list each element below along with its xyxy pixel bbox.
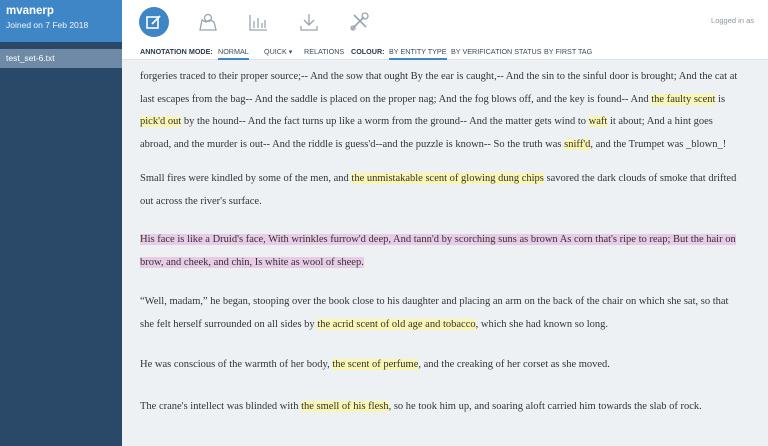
text-span: The crane's intellect was blinded with [140,401,302,412]
mode-quick-dropdown[interactable]: QUICK ▾ [264,47,292,56]
text-span: He was conscious of the warmth of her bo… [140,359,333,370]
colour-by-first-tag-tab[interactable]: BY FIRST TAG [544,47,592,56]
map-icon[interactable] [193,7,223,37]
entity-annotation[interactable]: sniff'd [564,138,591,150]
paragraph: “Well, madam,” he began, stooping over t… [140,291,740,336]
paragraph: forgeries traced to their proper source;… [140,66,740,156]
annotation-mode-label: ANNOTATION MODE: [140,47,213,56]
mode-relations-tab[interactable]: RELATIONS [304,47,344,56]
text-span: is [715,93,726,105]
paragraph: Small fires were kindled by some of the … [140,168,740,213]
entity-annotation[interactable]: the smell of his flesh [301,401,389,412]
top-header: Logged in as [122,0,768,43]
text-span: , and the creaking of her corset as she … [418,359,610,370]
text-span: Small fires were kindled by some of the … [140,173,352,184]
colour-by-entity-type-tab[interactable]: BY ENTITY TYPE [389,47,447,60]
download-icon[interactable] [294,7,324,37]
colour-label: COLOUR: [351,47,385,56]
entity-annotation[interactable]: waft [588,116,608,127]
mode-bar: ANNOTATION MODE: NORMAL QUICK ▾ RELATION… [122,43,768,60]
user-profile[interactable]: mvanerp Joined on 7 Feb 2018 [0,0,122,42]
mode-normal-tab[interactable]: NORMAL [218,47,249,60]
user-name: mvanerp [6,5,54,17]
sidebar: mvanerp Joined on 7 Feb 2018 test_set-6.… [0,0,122,446]
caret-down-icon: ▾ [286,47,293,56]
text-span: , and the Trumpet was _blown_! [590,138,727,150]
text-span: , so he took him up, and soaring aloft c… [388,401,702,412]
entity-annotation[interactable]: pick'd out [140,116,182,127]
paragraph: His face is like a Druid's face, With wr… [140,229,740,274]
annotate-icon[interactable] [139,7,169,37]
entity-annotation[interactable]: the acrid scent of old age and tobacco [317,318,476,330]
tools-icon[interactable] [344,7,374,37]
text-span: forgeries traced to their proper source;… [140,71,738,105]
text-span: by the hound-- And the fact turns up lik… [181,116,589,127]
logged-in-label: Logged in as [711,16,754,25]
file-item[interactable]: test_set-6.txt [0,49,122,68]
entity-annotation[interactable]: the unmistakable scent of glowing dung c… [351,173,544,184]
entity-annotation[interactable]: the scent of perfume [332,359,419,370]
paragraph: The crane's intellect was blinded with t… [140,396,740,419]
colour-by-verification-status-tab[interactable]: BY VERIFICATION STATUS [451,47,542,56]
text-span: , which she had known so long. [475,318,609,330]
entity-annotation[interactable]: the faulty scent [651,93,716,105]
mode-quick-label: QUICK [264,47,287,56]
chart-icon[interactable] [243,7,273,37]
entity-annotation[interactable]: His face is like a Druid's face, With wr… [140,234,736,268]
user-joined-date: Joined on 7 Feb 2018 [6,20,89,30]
paragraph: He was conscious of the warmth of her bo… [140,354,740,377]
